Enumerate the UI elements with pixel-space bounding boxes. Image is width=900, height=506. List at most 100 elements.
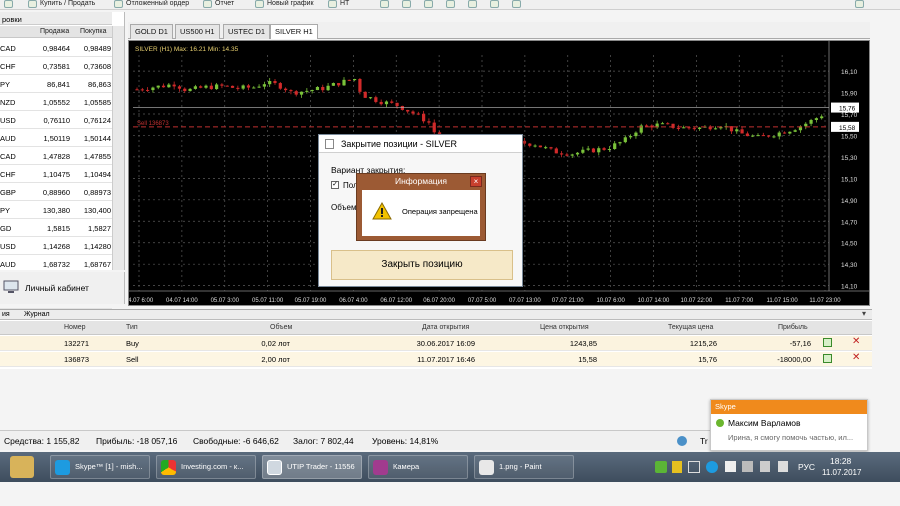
candle-body	[745, 133, 749, 137]
quote-row[interactable]: PY 130,380 130,400	[0, 201, 112, 219]
tab-positions[interactable]: ия	[2, 311, 10, 318]
column-bid[interactable]: Продажа	[40, 28, 69, 35]
quote-row[interactable]: USD 1,14268 1,14280	[0, 237, 112, 255]
crosshair-icon[interactable]	[402, 0, 411, 8]
quote-row[interactable]: PY 86,841 86,863	[0, 75, 112, 93]
candle-body	[151, 87, 155, 91]
collapse-icon[interactable]: ▾	[862, 309, 866, 318]
candle-body	[565, 154, 569, 156]
language-indicator[interactable]: РУС	[798, 462, 815, 472]
tray-battery-icon[interactable]	[672, 461, 682, 473]
candle-body	[236, 87, 240, 89]
quote-row[interactable]: NZD 1,05552 1,05585	[0, 93, 112, 111]
column-profit[interactable]: Прибыль	[778, 324, 808, 331]
tab-silver-h1[interactable]: SILVER H1	[270, 24, 318, 39]
tray-keyboard-icon[interactable]	[742, 461, 753, 472]
column-current-price[interactable]: Текущая цена	[668, 324, 713, 331]
report-icon	[203, 0, 212, 8]
close-window-icon[interactable]	[855, 0, 864, 8]
column-open-price[interactable]: Цена открытия	[540, 324, 589, 331]
taskbar-paint-label: 1.png - Paint	[499, 462, 542, 471]
quote-row[interactable]: CHF 0,73581 0,73608	[0, 57, 112, 75]
quote-row[interactable]: USD 0,76110 0,76124	[0, 111, 112, 129]
quote-row[interactable]: AUD 1,50119 1,50144	[0, 129, 112, 147]
close-order-icon[interactable]: ✕	[852, 336, 860, 347]
close-position-button[interactable]: Закрыть позицию	[331, 250, 513, 280]
quote-row[interactable]: CAD 0,98464 0,98489	[0, 39, 112, 57]
report-button[interactable]: Отчет	[215, 0, 234, 9]
tray-volume-icon[interactable]	[778, 461, 788, 472]
x-tick-label: 06.07 20:00	[423, 298, 455, 304]
taskbar-paint[interactable]: 1.png - Paint	[474, 455, 574, 479]
tab-us500-h1[interactable]: US500 H1	[175, 24, 220, 39]
edit-order-icon[interactable]	[823, 354, 832, 363]
taskbar-utip[interactable]: UTIP Trader - 11556	[262, 455, 362, 479]
tray-printer-icon[interactable]	[725, 461, 736, 472]
quote-bid: 130,380	[42, 206, 70, 215]
close-position-title: Закрытие позиции - SILVER	[319, 135, 522, 153]
ht-button[interactable]: НТ	[340, 0, 349, 9]
candle-body	[400, 105, 404, 110]
quote-symbol: PY	[0, 206, 11, 215]
column-ask[interactable]: Покупка	[80, 28, 106, 35]
file-explorer-icon[interactable]	[10, 456, 34, 478]
personal-cabinet-panel[interactable]: Личный кабинет	[0, 272, 125, 304]
y-tick-label: 14,10	[841, 284, 858, 291]
quotes-scrollbar[interactable]	[112, 26, 124, 270]
column-volume[interactable]: Объем	[270, 324, 292, 331]
full-close-checkbox[interactable]: ✓	[331, 181, 339, 189]
tab-journal[interactable]: Журнал	[24, 311, 50, 318]
quote-row[interactable]: CHF 1,10475 1,10494	[0, 165, 112, 183]
order-row[interactable]: 136873 Sell 2,00 лот 11.07.2017 16:46 15,58 1…	[0, 352, 872, 367]
tray-network-icon[interactable]	[688, 461, 700, 473]
quote-row[interactable]: AUD 1,68732 1,68767	[0, 255, 112, 273]
candle-body	[358, 78, 362, 92]
edit-order-icon[interactable]	[823, 338, 832, 347]
arrow-icon[interactable]	[446, 0, 455, 8]
tray-skype-icon[interactable]	[706, 461, 718, 473]
menu-arrow-icon[interactable]	[4, 0, 13, 8]
pencil-icon[interactable]	[380, 0, 389, 8]
taskbar-camera[interactable]: Камера	[368, 455, 468, 479]
close-order-icon[interactable]: ✕	[852, 352, 860, 363]
tray-flag-icon[interactable]	[760, 461, 770, 472]
column-open-date[interactable]: Дата открытия	[422, 324, 469, 331]
candle-body	[199, 86, 203, 88]
quote-ask: 0,76124	[83, 116, 111, 125]
clock-time[interactable]: 18:28	[830, 456, 851, 466]
quotes-panel-header: ровки	[0, 12, 112, 25]
tab-gold-d1[interactable]: GOLD D1	[130, 24, 173, 39]
candle-body	[390, 101, 394, 103]
buy-sell-button[interactable]: Купить / Продать	[40, 0, 95, 9]
quote-row[interactable]: CAD 1,47828 1,47855	[0, 147, 112, 165]
zoom-out-icon[interactable]	[490, 0, 499, 8]
taskbar-skype[interactable]: Skype™ [1] - mish...	[50, 455, 150, 479]
tab-ustec-d1[interactable]: USTEC D1	[223, 24, 271, 39]
tray-app-icon[interactable]	[655, 461, 667, 473]
new-chart-button[interactable]: Новый график	[267, 0, 314, 9]
quote-symbol: USD	[0, 242, 16, 251]
column-number[interactable]: Номер	[64, 324, 86, 331]
current-price-label: 15,76	[839, 106, 856, 113]
taskbar-investing[interactable]: Investing.com - к...	[156, 455, 256, 479]
zoom-in-icon[interactable]	[468, 0, 477, 8]
candle-body	[528, 143, 532, 146]
candle-body	[321, 86, 325, 91]
settings-icon[interactable]	[512, 0, 521, 8]
skype-notification[interactable]: Skype Максим Варламов Ирина, я смогу пом…	[710, 399, 868, 451]
quote-symbol: GD	[0, 224, 12, 233]
cursor-icon[interactable]	[424, 0, 433, 8]
close-icon[interactable]: ×	[470, 176, 482, 187]
clock-date[interactable]: 11.07.2017	[822, 468, 861, 477]
quote-row[interactable]: GBP 0,88960 0,88973	[0, 183, 112, 201]
order-num: 136873	[64, 355, 90, 364]
candle-body	[544, 147, 548, 149]
pending-order-button[interactable]: Отложенный ордер	[126, 0, 189, 9]
order-current: 15,76	[698, 355, 717, 364]
column-type[interactable]: Тип	[126, 324, 138, 331]
y-tick-label: 14,30	[841, 262, 858, 269]
candle-body	[374, 97, 378, 102]
order-row[interactable]: 132271 Buy 0,02 лот 30.06.2017 16:09 1243,85…	[0, 336, 872, 351]
candle-body	[735, 129, 739, 132]
quote-row[interactable]: GD 1,5815 1,5827	[0, 219, 112, 237]
